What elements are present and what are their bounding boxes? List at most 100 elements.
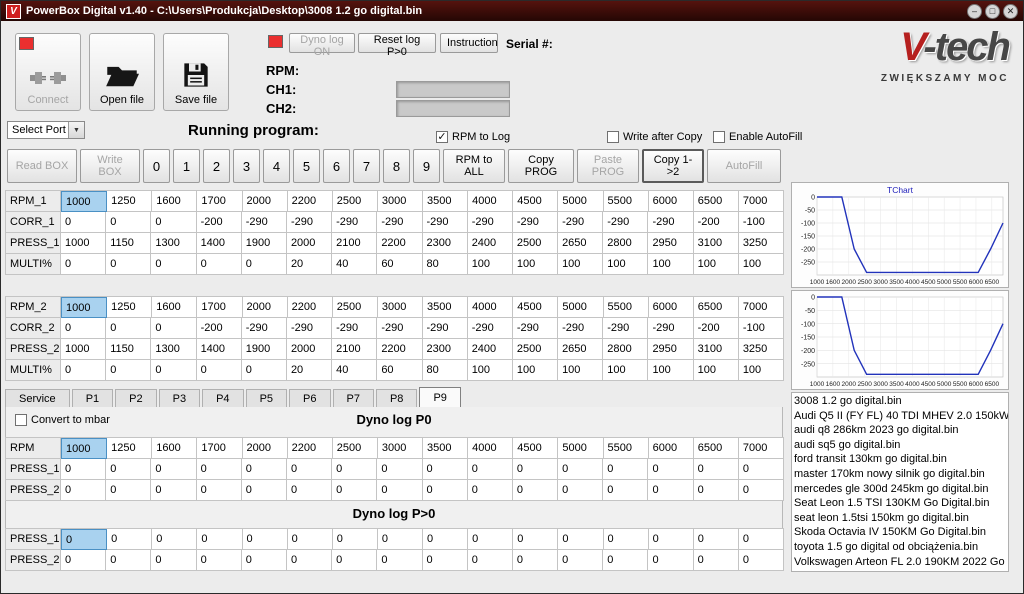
value-cell[interactable]: 1000 <box>61 297 107 318</box>
value-cell[interactable]: 0 <box>468 529 513 550</box>
value-cell[interactable]: 0 <box>242 459 287 480</box>
value-cell[interactable]: 3100 <box>694 233 739 254</box>
value-cell[interactable]: 2000 <box>287 233 332 254</box>
connect-button[interactable]: Connect <box>15 33 81 111</box>
digit-button-3[interactable]: 3 <box>233 149 260 183</box>
value-cell[interactable]: 2500 <box>333 297 378 318</box>
value-cell[interactable]: 0 <box>151 550 196 571</box>
value-cell[interactable]: 2200 <box>288 438 333 459</box>
value-cell[interactable]: -290 <box>603 318 648 339</box>
value-cell[interactable]: 1000 <box>61 233 106 254</box>
value-cell[interactable]: 0 <box>377 550 422 571</box>
value-cell[interactable]: 0 <box>287 550 332 571</box>
value-cell[interactable]: 0 <box>197 459 242 480</box>
write-box-button[interactable]: Write BOX <box>80 149 140 183</box>
value-cell[interactable]: 1300 <box>151 233 196 254</box>
value-cell[interactable]: 0 <box>242 550 287 571</box>
value-cell[interactable]: 0 <box>152 529 197 550</box>
value-cell[interactable]: 4000 <box>468 297 513 318</box>
value-cell[interactable]: 0 <box>513 529 558 550</box>
title-bar[interactable]: V PowerBox Digital v1.40 - C:\Users\Prod… <box>1 1 1023 21</box>
value-cell[interactable]: 0 <box>242 254 287 275</box>
value-cell[interactable]: 1600 <box>152 191 197 212</box>
value-cell[interactable]: 0 <box>423 480 468 501</box>
value-cell[interactable]: 0 <box>423 529 468 550</box>
value-cell[interactable]: -200 <box>694 212 739 233</box>
value-cell[interactable]: 1400 <box>197 233 242 254</box>
value-cell[interactable]: -100 <box>739 212 784 233</box>
value-cell[interactable]: 0 <box>648 550 693 571</box>
value-cell[interactable]: 6500 <box>694 297 739 318</box>
value-cell[interactable]: 0 <box>694 459 739 480</box>
value-cell[interactable]: 2800 <box>603 233 648 254</box>
value-cell[interactable]: 0 <box>197 480 242 501</box>
value-cell[interactable]: -290 <box>287 212 332 233</box>
value-cell[interactable]: 0 <box>378 529 423 550</box>
value-cell[interactable]: 0 <box>151 459 196 480</box>
value-cell[interactable]: 1150 <box>106 339 151 360</box>
value-cell[interactable]: -290 <box>287 318 332 339</box>
value-cell[interactable]: 2200 <box>288 297 333 318</box>
value-cell[interactable]: 100 <box>513 360 558 381</box>
value-cell[interactable]: 40 <box>332 254 377 275</box>
open-file-button[interactable]: Open file <box>89 33 155 111</box>
rpm-to-log-checkbox[interactable]: ✓ RPM to Log <box>436 131 510 143</box>
copy-1-to-2-button[interactable]: Copy 1->2 <box>642 149 704 183</box>
value-cell[interactable]: 0 <box>197 254 242 275</box>
value-cell[interactable]: 0 <box>242 360 287 381</box>
value-cell[interactable]: 0 <box>332 459 377 480</box>
value-cell[interactable]: 5500 <box>604 191 649 212</box>
tab-service[interactable]: Service <box>5 389 70 407</box>
value-cell[interactable]: 0 <box>287 459 332 480</box>
value-cell[interactable]: 0 <box>558 529 603 550</box>
maximize-icon[interactable]: □ <box>985 4 1000 19</box>
tab-p6[interactable]: P6 <box>289 389 330 407</box>
value-cell[interactable]: 0 <box>513 480 558 501</box>
value-cell[interactable]: 0 <box>106 459 151 480</box>
dyno-log-button[interactable]: Dyno log ON <box>289 33 355 53</box>
value-cell[interactable]: 3500 <box>423 191 468 212</box>
value-cell[interactable]: 2300 <box>423 339 468 360</box>
value-cell[interactable]: 6500 <box>694 191 739 212</box>
value-cell[interactable]: 2200 <box>377 233 422 254</box>
tab-p9[interactable]: P9 <box>419 387 460 407</box>
value-cell[interactable]: 100 <box>694 360 739 381</box>
value-cell[interactable]: 1000 <box>61 339 106 360</box>
value-cell[interactable]: 2950 <box>648 339 693 360</box>
value-cell[interactable]: 2500 <box>333 191 378 212</box>
value-cell[interactable]: -200 <box>197 212 242 233</box>
value-cell[interactable]: 2000 <box>287 339 332 360</box>
value-cell[interactable]: 5000 <box>558 191 603 212</box>
value-cell[interactable]: 0 <box>61 529 107 550</box>
digit-button-0[interactable]: 0 <box>143 149 170 183</box>
value-cell[interactable]: -290 <box>603 212 648 233</box>
value-cell[interactable]: 5500 <box>604 438 649 459</box>
file-list-item[interactable]: seat leon 1.5tsi 150km go digital.bin <box>794 511 1006 526</box>
value-cell[interactable]: 0 <box>558 480 603 501</box>
value-cell[interactable]: 0 <box>739 480 784 501</box>
value-cell[interactable]: 0 <box>61 550 106 571</box>
value-cell[interactable]: 0 <box>603 459 648 480</box>
tab-p7[interactable]: P7 <box>333 389 374 407</box>
value-cell[interactable]: 4500 <box>513 191 558 212</box>
value-cell[interactable]: 3000 <box>378 438 423 459</box>
value-cell[interactable]: 5000 <box>558 438 603 459</box>
value-cell[interactable]: 2100 <box>332 339 377 360</box>
reset-log-button[interactable]: Reset log P>0 <box>358 33 436 53</box>
digit-button-9[interactable]: 9 <box>413 149 440 183</box>
tab-p1[interactable]: P1 <box>72 389 113 407</box>
value-cell[interactable]: -290 <box>468 318 513 339</box>
file-list-item[interactable]: master 170km nowy silnik go digital.bin <box>794 467 1006 482</box>
value-cell[interactable]: 0 <box>649 529 694 550</box>
digit-button-7[interactable]: 7 <box>353 149 380 183</box>
value-cell[interactable]: 2000 <box>243 438 288 459</box>
value-cell[interactable]: 0 <box>106 212 151 233</box>
value-cell[interactable]: 2000 <box>243 297 288 318</box>
value-cell[interactable]: 6500 <box>694 438 739 459</box>
value-cell[interactable]: 100 <box>558 360 603 381</box>
value-cell[interactable]: 2500 <box>333 438 378 459</box>
file-list-item[interactable]: toyota 1.5 go digital od obciążenia.bin <box>794 540 1006 555</box>
file-list-item[interactable]: Audi Q5 II (FY FL) 40 TDI MHEV 2.0 150kW… <box>794 409 1006 424</box>
value-cell[interactable]: -290 <box>332 318 377 339</box>
minimize-icon[interactable]: – <box>967 4 982 19</box>
